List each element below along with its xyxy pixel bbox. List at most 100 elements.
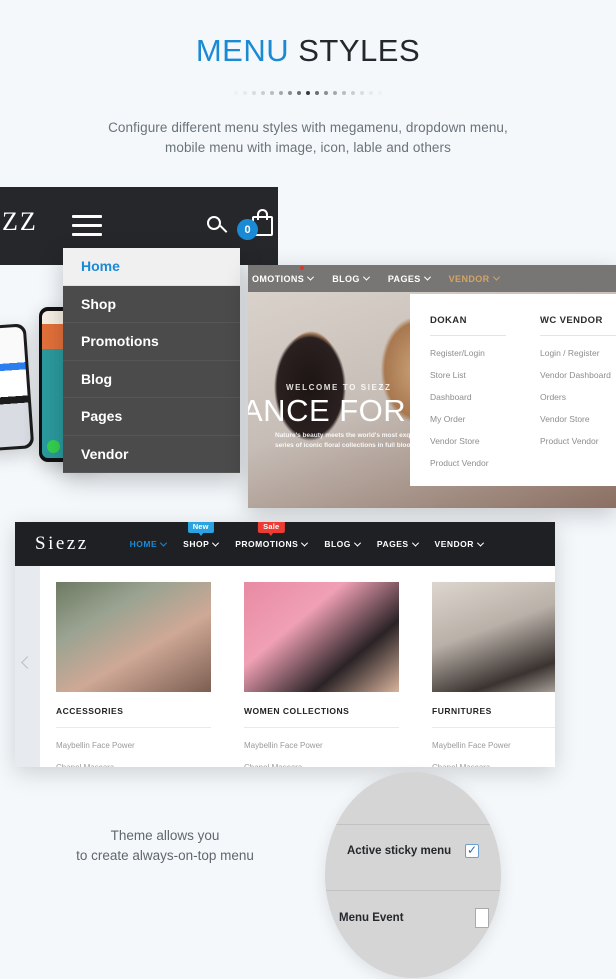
megamenu-link[interactable]: Vendor Store: [430, 436, 506, 446]
hero-nav-item[interactable]: OMOTIONS: [252, 273, 315, 284]
active-sticky-menu-checkbox[interactable]: [465, 843, 479, 858]
dot-item: [261, 91, 265, 95]
chevron-left-icon[interactable]: [21, 656, 34, 670]
dot-item: [288, 91, 292, 95]
phone-mockup-back: [0, 323, 35, 452]
sticky-callout-text: Theme allows you to create always-on-top…: [40, 826, 290, 867]
sticky-callout-line2: to create always-on-top menu: [76, 848, 254, 864]
siezz-nav-item[interactable]: New SHOP: [183, 522, 220, 549]
hero-desc-line1: Nature's beauty meets the world's most e…: [275, 432, 428, 439]
setting-row-active-sticky-menu: Active sticky menu: [325, 843, 501, 858]
hero-nav-bar: OMOTIONS BLOG PAGES VENDOR: [248, 265, 616, 292]
sticky-callout-line1: Theme allows you: [110, 828, 220, 843]
hero-desc-line2: series of iconic floral collections in f…: [275, 442, 424, 449]
siezz-nav-item-label: PROMOTIONS: [235, 539, 299, 549]
mobile-menu-item-label: Blog: [81, 370, 113, 387]
category-link[interactable]: Chanel Mascara: [56, 763, 211, 767]
hero-nav-item[interactable]: PAGES: [387, 273, 431, 284]
siezz-nav-item[interactable]: Sale PROMOTIONS: [235, 522, 309, 549]
mobile-menu-item[interactable]: Shop: [63, 285, 240, 323]
megamenu-link[interactable]: Product Vendor: [540, 436, 616, 446]
mobile-menu-item-label: Promotions: [81, 333, 159, 350]
hero-nav-item-label: PAGES: [387, 273, 421, 284]
hero-welcome-text: WELCOME TO SIEZZ: [286, 383, 392, 392]
page-subtitle-line1: Configure different menu styles with meg…: [108, 120, 508, 135]
mobile-menu-item-label: Pages: [81, 408, 123, 425]
phone-screen: [0, 326, 32, 449]
megamenu-link[interactable]: My Order: [430, 414, 506, 424]
mobile-menu-item[interactable]: Vendor: [63, 435, 240, 473]
page-title-accent: MENU: [195, 33, 290, 68]
megamenu-link[interactable]: Register/Login: [430, 348, 506, 358]
mobile-logo: ZZ: [2, 207, 38, 236]
nav-badge-sale: Sale: [258, 522, 285, 536]
megamenu-link[interactable]: Orders: [540, 392, 616, 402]
mobile-menu-item[interactable]: Blog: [63, 360, 240, 398]
mobile-menu-item-label: Home: [81, 258, 120, 275]
chevron-down-icon: [476, 539, 484, 547]
chevron-down-icon: [307, 273, 315, 281]
hero-nav-item-label: OMOTIONS: [252, 273, 305, 284]
megamenu-link[interactable]: Dashboard: [430, 392, 506, 402]
category-link[interactable]: Chanel Mascara: [432, 763, 555, 767]
page-subtitle-line2: mobile menu with image, icon, lable and …: [164, 139, 451, 155]
category-thumbnail: [432, 582, 555, 692]
category-title: WOMEN COLLECTIONS: [244, 706, 399, 728]
megamenu-demo-panel: WELCOME TO SIEZZ ANCE FOR Nature's beaut…: [248, 265, 616, 508]
siezz-nav-item-label: SHOP: [183, 539, 210, 549]
mobile-menu-item[interactable]: Promotions: [63, 323, 240, 361]
category-card[interactable]: WOMEN COLLECTIONS Maybellin Face Power Cha…: [244, 582, 399, 767]
category-link[interactable]: Maybellin Face Power: [56, 741, 211, 750]
category-card[interactable]: ACCESSORIES Maybellin Face Power Chanel Ma…: [56, 582, 211, 767]
hero-nav-item[interactable]: VENDOR: [449, 273, 500, 284]
megamenu-link[interactable]: Vendor Dashboard: [540, 370, 616, 380]
chevron-down-icon: [492, 273, 500, 281]
sticky-menu-demo-panel: Siezz HOME New SHOP Sale PROMOTIONS BLOG PAGES…: [15, 522, 555, 767]
hamburger-icon[interactable]: [72, 215, 102, 236]
siezz-content-area: ACCESSORIES Maybellin Face Power Chanel Ma…: [15, 566, 555, 767]
megamenu-column-heading: DOKAN: [430, 315, 506, 336]
category-card[interactable]: FURNITURES Maybellin Face Power Chanel Mas…: [432, 582, 555, 767]
page-subtitle: Configure different menu styles with meg…: [0, 118, 616, 157]
hero-nav-item-label: BLOG: [332, 273, 360, 284]
category-link[interactable]: Maybellin Face Power: [432, 741, 555, 750]
mobile-menu-item[interactable]: Pages: [63, 398, 240, 436]
search-icon[interactable]: [207, 216, 228, 237]
menu-event-label: Menu Event: [339, 912, 404, 924]
siezz-nav-item-label: PAGES: [376, 539, 409, 549]
mobile-menu-item[interactable]: Home: [63, 248, 240, 286]
siezz-brand-logo[interactable]: Siezz: [35, 533, 89, 555]
dot-separator: [0, 91, 616, 95]
chevron-down-icon: [353, 539, 361, 547]
category-thumbnail: [56, 582, 211, 692]
megamenu-column: WC VENDOR Login / Register Vendor Dashboar…: [540, 315, 616, 486]
dot-item: [234, 91, 238, 95]
hero-nav-item[interactable]: BLOG: [332, 273, 370, 284]
siezz-nav-item[interactable]: HOME: [130, 539, 168, 549]
siezz-nav-item[interactable]: VENDOR: [434, 539, 484, 549]
megamenu-column: DOKAN Register/Login Store List Dashboard My…: [430, 315, 506, 486]
megamenu-link[interactable]: Store List: [430, 370, 506, 380]
category-thumbnail: [244, 582, 399, 692]
category-link[interactable]: Chanel Mascara: [244, 763, 399, 767]
megamenu-link[interactable]: Vendor Store: [540, 414, 616, 424]
category-grid: ACCESSORIES Maybellin Face Power Chanel Ma…: [56, 582, 555, 767]
siezz-nav-item[interactable]: PAGES: [376, 539, 419, 549]
category-link[interactable]: Maybellin Face Power: [244, 741, 399, 750]
hero-headline: ANCE FOR: [248, 393, 407, 428]
nav-badge-new: New: [187, 522, 214, 536]
dot-item: [279, 91, 283, 95]
dot-item: [369, 91, 373, 95]
divider: [325, 890, 501, 891]
megamenu-link[interactable]: Product Vendor: [430, 458, 506, 468]
dot-item: [360, 91, 364, 95]
divider: [325, 824, 501, 825]
dot-item: [378, 91, 382, 95]
siezz-nav-item[interactable]: BLOG: [324, 539, 361, 549]
dot-item: [306, 91, 310, 95]
megamenu-link[interactable]: Login / Register: [540, 348, 616, 358]
menu-event-select[interactable]: [475, 908, 489, 928]
dot-item: [342, 91, 346, 95]
setting-label: Active sticky menu: [347, 845, 452, 857]
siezz-nav-item-label: VENDOR: [434, 539, 474, 549]
